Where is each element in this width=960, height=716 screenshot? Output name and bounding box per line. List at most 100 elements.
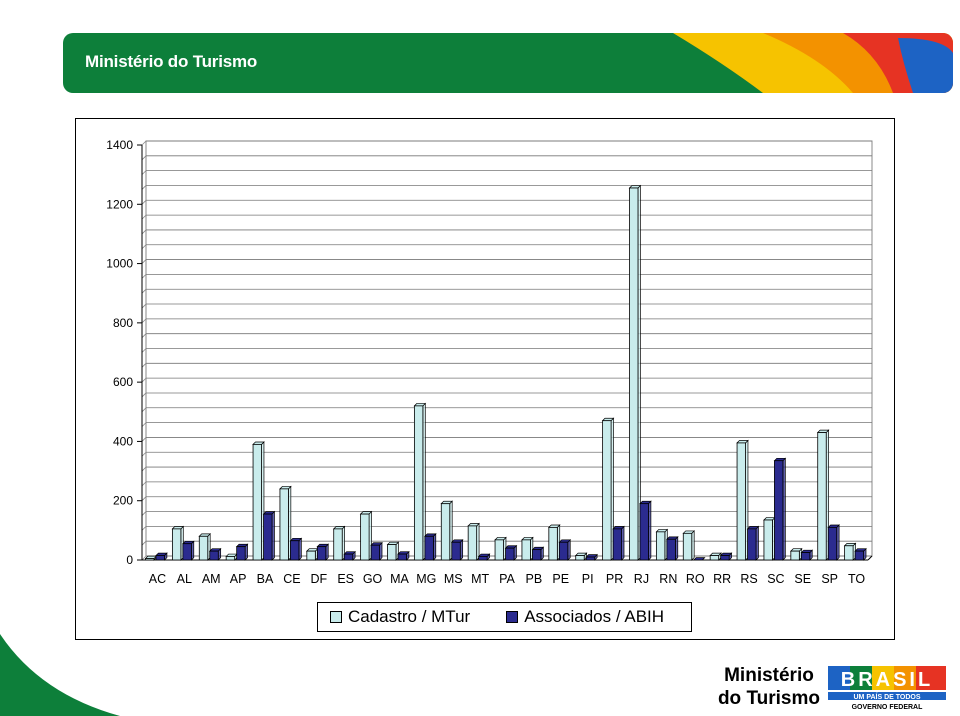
- x-tick-label: CE: [283, 572, 300, 586]
- x-tick-label: TO: [848, 572, 865, 586]
- bar-associados-pr: [612, 525, 625, 561]
- x-tick-label: DF: [310, 572, 327, 586]
- grid-diagonal: [141, 229, 147, 235]
- x-tick-label: ES: [337, 572, 354, 586]
- footer-ministry-name: Ministério do Turismo: [718, 664, 820, 710]
- bar-cadastro-rj: [628, 184, 642, 561]
- bar-cadastro-ms: [440, 500, 454, 561]
- y-tick-label: 1400: [106, 138, 133, 152]
- footer-ministry-line1: Ministério: [724, 665, 814, 686]
- bar-cadastro-sc: [763, 516, 776, 561]
- grid-diagonal: [141, 318, 147, 324]
- chart-legend: Cadastro / MTur Associados / ABIH: [317, 602, 692, 632]
- bar-cadastro-es: [332, 525, 346, 561]
- bar-cadastro-ma: [386, 541, 400, 561]
- svg-text:BRASIL: BRASIL: [841, 669, 933, 691]
- legend-label-associados: Associados / ABIH: [524, 607, 665, 626]
- legend-label-cadastro: Cadastro / MTur: [348, 607, 471, 626]
- grid-diagonal: [141, 303, 147, 309]
- x-tick-label: RJ: [634, 572, 649, 586]
- x-tick-label: MG: [416, 572, 436, 586]
- bar-cadastro-to: [843, 542, 857, 561]
- x-tick-label: AM: [202, 572, 221, 586]
- bar-associados-ap: [235, 543, 249, 561]
- bar-associados-to: [854, 547, 867, 561]
- x-tick-label: PI: [582, 572, 594, 586]
- bar-associados-rn: [666, 536, 679, 561]
- y-tick-label: 1200: [106, 197, 133, 211]
- bar-associados-ro: [692, 557, 706, 561]
- bar-cadastro-al: [171, 525, 185, 561]
- bar-associados-ma: [397, 550, 410, 561]
- bar-associados-sc: [773, 457, 787, 561]
- bar-associados-rj: [639, 500, 652, 561]
- x-tick-label: MA: [390, 572, 409, 586]
- grid-diagonal: [141, 200, 147, 205]
- legend-item-associados: Associados / ABIH: [494, 607, 664, 627]
- bar-cadastro-mt: [467, 522, 480, 561]
- grid-diagonal: [141, 377, 147, 383]
- page-title: Ministério do Turismo: [85, 52, 258, 71]
- bar-associados-mt: [477, 553, 491, 561]
- bar-cadastro-ap: [225, 553, 238, 561]
- grid-diagonal: [141, 274, 147, 279]
- x-tick-label: PR: [606, 572, 623, 586]
- bar-cadastro-sp: [816, 429, 830, 561]
- grid-diagonal: [141, 407, 147, 413]
- chart-frame: 0 200 400 600 800 1000 1200 1400 AC AL AM AP BA CE DF E…: [75, 118, 895, 640]
- svg-text:GOVERNO FEDERAL: GOVERNO FEDERAL: [852, 704, 924, 710]
- x-tick-label: PB: [526, 572, 543, 586]
- grid-diagonal: [141, 348, 147, 353]
- bar-cadastro-rs: [736, 439, 749, 561]
- bar-cadastro-ac: [144, 555, 158, 561]
- y-tick-label: 800: [113, 316, 133, 330]
- grid-diagonal: [141, 451, 147, 457]
- bar-associados-ms: [450, 538, 464, 561]
- bar-cadastro-go: [359, 510, 373, 561]
- x-tick-label: MT: [471, 572, 489, 586]
- x-tick-label: RO: [686, 572, 705, 586]
- x-tick-label: AP: [230, 572, 247, 586]
- bar-cadastro-ro: [682, 530, 696, 561]
- bar-cadastro-pe: [547, 524, 561, 561]
- bar-associados-pa: [504, 544, 518, 561]
- grid-diagonal: [141, 526, 147, 531]
- bar-cadastro-rn: [655, 528, 669, 561]
- y-tick-label: 0: [126, 553, 133, 567]
- header-banner: Ministério do Turismo: [63, 33, 953, 93]
- x-tick-label: SC: [767, 572, 784, 586]
- bar-associados-es: [343, 550, 356, 561]
- bar-associados-sp: [827, 524, 840, 561]
- bar-cadastro-pr: [601, 417, 615, 561]
- x-tick-label: GO: [363, 572, 383, 586]
- bar-associados-go: [370, 541, 383, 561]
- x-tick-label: RS: [740, 572, 757, 586]
- bar-associados-al: [182, 540, 195, 561]
- bar-cadastro-df: [305, 547, 319, 561]
- grid-diagonal: [141, 511, 147, 516]
- grid-diagonal: [141, 333, 147, 338]
- bar-associados-pe: [558, 538, 572, 561]
- x-tick-label: PE: [552, 572, 569, 586]
- x-tick-label: BA: [257, 572, 274, 586]
- x-tick-label: AL: [177, 572, 192, 586]
- svg-text:UM PAÍS DE TODOS: UM PAÍS DE TODOS: [853, 692, 920, 701]
- x-tick-label: RN: [659, 572, 677, 586]
- grid-diagonal: [141, 466, 147, 472]
- bar-cadastro-am: [198, 533, 212, 561]
- grid-diagonal: [141, 244, 147, 250]
- x-tick-label: SP: [821, 572, 838, 586]
- grid-diagonal: [141, 437, 147, 442]
- grid-diagonal: [141, 155, 147, 161]
- x-tick-label: SE: [794, 572, 811, 586]
- bar-associados-rs: [746, 525, 760, 561]
- bar-cadastro-pa: [494, 536, 507, 561]
- bar-associados-ba: [262, 510, 276, 561]
- bar-cadastro-se: [789, 547, 803, 561]
- bar-associados-pb: [531, 546, 545, 561]
- y-tick-label: 600: [113, 375, 133, 389]
- bar-associados-mg: [424, 533, 437, 561]
- x-tick-label: PA: [499, 572, 515, 586]
- grid-diagonal: [141, 214, 147, 220]
- grid-diagonal: [141, 540, 147, 546]
